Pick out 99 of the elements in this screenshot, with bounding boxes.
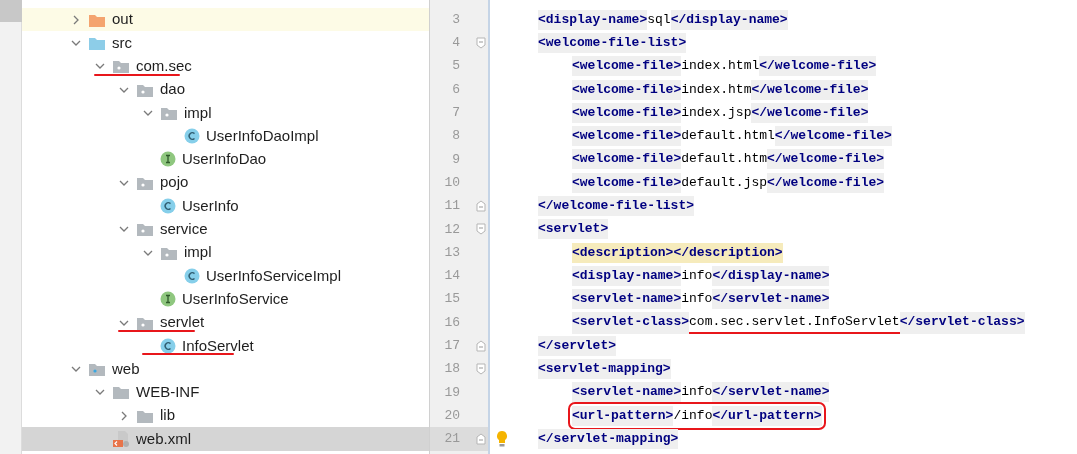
line-number: 7: [451, 104, 460, 123]
line-number: 10: [443, 173, 460, 192]
line-number: 20: [443, 406, 460, 425]
xml-tag: <servlet-name>: [572, 289, 682, 310]
text-value: /info: [673, 406, 713, 425]
xml-tag: <welcome-file>: [572, 56, 682, 77]
tree-item[interactable]: lib: [22, 404, 429, 428]
fold-marker-icon[interactable]: [476, 223, 486, 236]
tree-item[interactable]: servlet: [22, 310, 429, 335]
xml-tag: <servlet-mapping>: [538, 359, 671, 380]
xml-tag: </welcome-file>: [767, 172, 885, 193]
xml-tag: </servlet-class>: [899, 311, 1025, 334]
tree-item[interactable]: dao: [22, 77, 429, 102]
line-number: 6: [451, 80, 460, 99]
xml-tag: <display-name>: [572, 265, 682, 286]
xml-tag: <display-name>: [538, 9, 648, 30]
tree-item[interactable]: UserInfoServiceImpl: [22, 264, 429, 288]
tree-item[interactable]: WEB-INF: [22, 380, 429, 405]
tree-item[interactable]: InfoServlet: [22, 334, 429, 358]
web-folder-icon: [88, 361, 106, 378]
text-value: info: [681, 266, 713, 285]
text-value: default.jsp: [681, 173, 768, 192]
text-value: index.htm: [681, 80, 752, 99]
interface-icon: [160, 291, 176, 308]
text-value: info: [681, 290, 713, 309]
xml-tag: </welcome-file-list>: [538, 196, 695, 216]
tree-item[interactable]: src: [22, 31, 429, 55]
xml-tag: </url-pattern>: [712, 405, 822, 426]
fold-marker-icon[interactable]: [476, 433, 486, 445]
xml-tag: <welcome-file>: [572, 79, 682, 100]
xml-tag: </servlet>: [538, 335, 616, 356]
line-number: 21: [443, 430, 460, 449]
line-number: 19: [443, 383, 460, 402]
line-number: 16: [443, 313, 460, 332]
tree-item[interactable]: web: [22, 357, 429, 381]
tree-item[interactable]: impl: [22, 240, 429, 265]
tree-item[interactable]: out: [22, 8, 429, 32]
xml-tag: <url-pattern>: [572, 405, 674, 426]
xml-tag: </welcome-file>: [759, 56, 877, 77]
xml-tag: </servlet-name>: [712, 382, 830, 403]
xml-tag: </servlet-mapping>: [538, 429, 679, 449]
fold-marker-icon[interactable]: [476, 339, 486, 352]
lightbulb-icon[interactable]: [495, 430, 509, 448]
line-number: 9: [451, 150, 460, 169]
text-value: com.sec.servlet.InfoServlet: [689, 311, 900, 334]
xml-tag: <description></description>: [572, 242, 783, 263]
xml-tag: </welcome-file>: [751, 79, 869, 100]
text-value: info: [681, 383, 713, 402]
class-icon: [160, 198, 176, 214]
text-value: index.jsp: [681, 103, 752, 122]
tree-item[interactable]: web.xml: [22, 427, 429, 451]
tree-item[interactable]: service: [22, 217, 429, 241]
fold-marker-icon[interactable]: [476, 363, 486, 376]
xml-file-icon: [112, 430, 130, 448]
xml-tag: <welcome-file>: [572, 172, 682, 193]
tree-item[interactable]: UserInfoDaoImpl: [22, 124, 429, 148]
package-icon: [112, 58, 130, 75]
text-value: sql: [647, 10, 671, 29]
text-value: index.html: [681, 57, 760, 76]
line-number: 11: [443, 197, 460, 216]
tree-item[interactable]: UserInfoDao: [22, 147, 429, 172]
folder-icon: [112, 384, 130, 401]
fold-marker-icon[interactable]: [476, 36, 486, 49]
xml-tag: </welcome-file>: [751, 102, 869, 123]
line-number: 5: [451, 57, 460, 76]
text-value: default.html: [681, 127, 775, 146]
xml-tag: <welcome-file>: [572, 126, 682, 147]
tree-item[interactable]: UserInfo: [22, 194, 429, 218]
xml-tag: <servlet>: [538, 219, 609, 240]
fold-marker-icon[interactable]: [476, 200, 486, 212]
line-number: 17: [443, 337, 460, 356]
xml-tag: </servlet-name>: [712, 289, 830, 310]
xml-tag: </display-name>: [712, 265, 830, 286]
line-number: 13: [443, 243, 460, 262]
tree-item[interactable]: pojo: [22, 171, 429, 195]
text-value: default.htm: [681, 150, 768, 169]
line-number: 14: [443, 267, 460, 286]
xml-tag: <servlet-name>: [572, 382, 682, 403]
tree-item[interactable]: UserInfoService: [22, 287, 429, 311]
xml-tag: <welcome-file-list>: [538, 32, 687, 53]
tree-item[interactable]: impl: [22, 101, 429, 125]
xml-tag: </welcome-file>: [767, 149, 885, 170]
class-icon: [160, 337, 176, 354]
line-number: 8: [451, 127, 460, 146]
class-icon: [184, 267, 200, 284]
xml-tag: </display-name>: [670, 9, 788, 30]
package-icon: [136, 221, 154, 238]
xml-tag: <servlet-class>: [572, 311, 690, 334]
interface-icon: [160, 151, 176, 168]
xml-tag: <welcome-file>: [572, 149, 682, 170]
line-number: 4: [451, 34, 460, 53]
line-number: 12: [443, 220, 460, 239]
xml-tag: </welcome-file>: [774, 126, 892, 147]
tree-item[interactable]: com.sec: [22, 54, 429, 78]
line-number: 15: [443, 290, 460, 309]
line-number: 3: [451, 10, 460, 29]
class-icon: [184, 128, 200, 145]
line-number: 18: [443, 360, 460, 379]
xml-tag: <welcome-file>: [572, 102, 682, 123]
